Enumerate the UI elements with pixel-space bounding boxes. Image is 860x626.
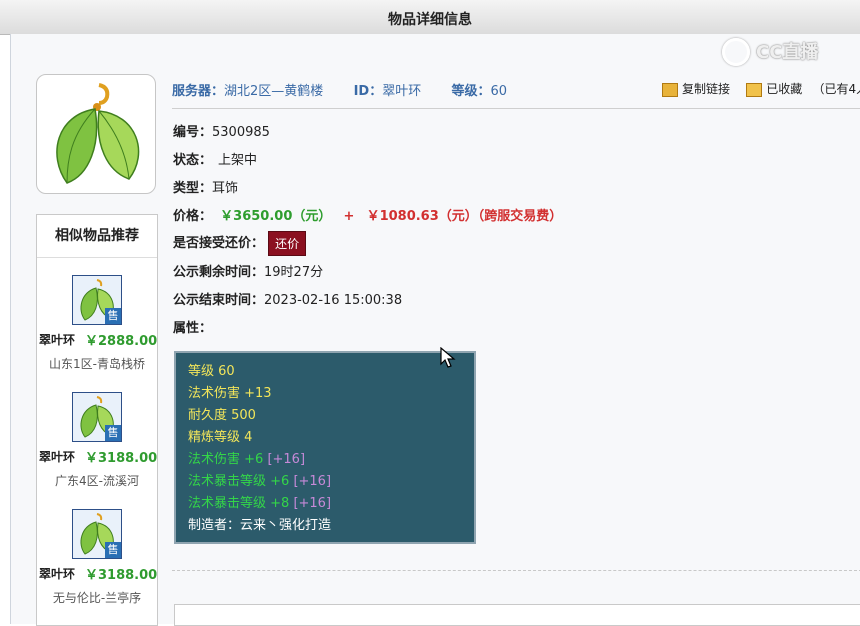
level-value: 60 xyxy=(490,84,508,99)
item-actions: 复制链接 已收藏 （已有4人 xyxy=(662,80,860,97)
similar-items-panel: 相似物品推荐 售 翠叶环 ￥2888.00 山东1区-青岛栈桥 售 翠叶环 ￥3… xyxy=(36,214,158,626)
end-value: 2023-02-16 15:00:38 xyxy=(264,293,403,308)
mouse-cursor-icon xyxy=(440,347,456,368)
price-label: 价格： xyxy=(173,209,213,224)
id-label: ID： xyxy=(353,84,383,99)
remain-row: 公示剩余时间：19时27分 xyxy=(173,261,323,280)
end-label: 公示结束时间： xyxy=(173,293,265,308)
remain-label: 公示剩余时间： xyxy=(173,265,265,280)
remain-value: 19时27分 xyxy=(264,265,324,280)
similar-item-icon[interactable]: 售 xyxy=(72,392,122,442)
attribute-tooltip: 等级 60 法术伤害 +13 耐久度 500 精炼等级 4 法术伤害 +6 [+… xyxy=(174,351,476,544)
similar-item-price: ￥3188.00 xyxy=(85,568,158,583)
status-value: 上架中 xyxy=(218,153,258,168)
similar-item-server: 无与伦比-兰亭序 xyxy=(52,591,142,605)
type-value: 耳饰 xyxy=(212,181,239,196)
similar-item-icon[interactable]: 售 xyxy=(72,275,122,325)
sold-badge: 售 xyxy=(105,308,121,324)
level-label: 等级： xyxy=(451,84,491,99)
stream-watermark: CC直播 xyxy=(722,36,860,66)
price-row: 价格： ￥3650.00（元） + ￥1080.63（元）（跨服交易费） xyxy=(173,205,562,224)
bargain-row: 是否接受还价： 还价 xyxy=(173,231,307,256)
similar-item-name: 翠叶环 xyxy=(39,567,76,581)
server-label: 服务器： xyxy=(172,84,225,99)
attribute-line: 精炼等级 4 xyxy=(188,430,253,445)
attribute-line: 耐久度 500 xyxy=(188,408,256,423)
favorite-icon xyxy=(746,82,763,97)
bargain-button[interactable]: 还价 xyxy=(268,231,307,256)
favorite-count: （已有4人 xyxy=(812,82,860,96)
attribute-line: 等级 60 xyxy=(188,364,235,379)
id-value: 翠叶环 xyxy=(382,84,422,99)
bargain-label: 是否接受还价： xyxy=(173,236,265,251)
attribute-line: 法术伤害 +6 [+16] xyxy=(188,449,462,471)
attribute-line: 制造者：云来丶强化打造 xyxy=(188,518,332,533)
divider xyxy=(172,108,860,109)
attribute-text: 法术伤害 +6 xyxy=(188,452,264,467)
attr-label: 属性： xyxy=(173,321,213,336)
status-row: 状态： 上架中 xyxy=(173,149,257,168)
price-plus: + xyxy=(343,209,355,224)
similar-item-server: 广东4区-流溪河 xyxy=(55,474,139,488)
similar-item-price: ￥2888.00 xyxy=(85,334,158,349)
similar-item-icon[interactable]: 售 xyxy=(72,509,122,559)
attribute-text: 法术暴击等级 +6 xyxy=(188,474,290,489)
similar-item-server: 山东1区-青岛栈桥 xyxy=(49,357,145,371)
sold-badge: 售 xyxy=(105,425,121,441)
window-titlebar: 物品详细信息 xyxy=(0,0,860,35)
similar-item-name: 翠叶环 xyxy=(39,450,76,464)
number-row: 编号：5300985 xyxy=(173,121,270,140)
similar-item[interactable]: 售 翠叶环 ￥3188.00 无与伦比-兰亭序 xyxy=(37,509,157,619)
number-label: 编号： xyxy=(173,125,213,140)
item-image xyxy=(36,74,156,194)
copy-link-icon xyxy=(662,82,678,97)
description-box xyxy=(174,604,860,626)
price-main: ￥3650.00（元） xyxy=(220,209,332,224)
number-value: 5300985 xyxy=(212,125,270,140)
attribute-line: 法术暴击等级 +8 [+16] xyxy=(188,493,462,515)
sold-badge: 售 xyxy=(105,542,121,558)
type-row: 类型：耳饰 xyxy=(173,177,238,196)
attribute-line: 法术伤害 +13 xyxy=(188,386,272,401)
similar-item[interactable]: 售 翠叶环 ￥2888.00 山东1区-青岛栈桥 xyxy=(37,275,157,385)
similar-item-name: 翠叶环 xyxy=(39,333,76,347)
similar-items-title: 相似物品推荐 xyxy=(37,215,157,258)
attribute-line: 法术暴击等级 +6 [+16] xyxy=(188,471,462,493)
leaf-earring-icon xyxy=(56,83,140,184)
copy-link-label: 复制链接 xyxy=(682,82,731,96)
status-label: 状态： xyxy=(173,153,213,168)
window-title: 物品详细信息 xyxy=(388,12,472,28)
favorite-label: 已收藏 xyxy=(766,82,803,96)
end-row: 公示结束时间：2023-02-16 15:00:38 xyxy=(173,289,402,308)
attribute-bonus: [+16] xyxy=(293,496,332,511)
price-fee: ￥1080.63（元）（跨服交易费） xyxy=(366,209,563,224)
divider xyxy=(172,570,860,571)
favorite-button[interactable]: 已收藏 xyxy=(746,82,806,97)
attribute-bonus: [+16] xyxy=(267,452,306,467)
watermark-logo-icon xyxy=(722,38,750,66)
watermark-text: CC直播 xyxy=(756,42,819,63)
copy-link-button[interactable]: 复制链接 xyxy=(662,82,734,97)
server-value: 湖北2区—黄鹤楼 xyxy=(224,84,324,99)
type-label: 类型： xyxy=(173,181,213,196)
attribute-text: 法术暴击等级 +8 xyxy=(188,496,290,511)
similar-item[interactable]: 售 翠叶环 ￥3188.00 广东4区-流溪河 xyxy=(37,392,157,502)
similar-item-price: ￥3188.00 xyxy=(85,451,158,466)
attribute-bonus: [+16] xyxy=(293,474,332,489)
attr-row: 属性： xyxy=(173,317,212,336)
